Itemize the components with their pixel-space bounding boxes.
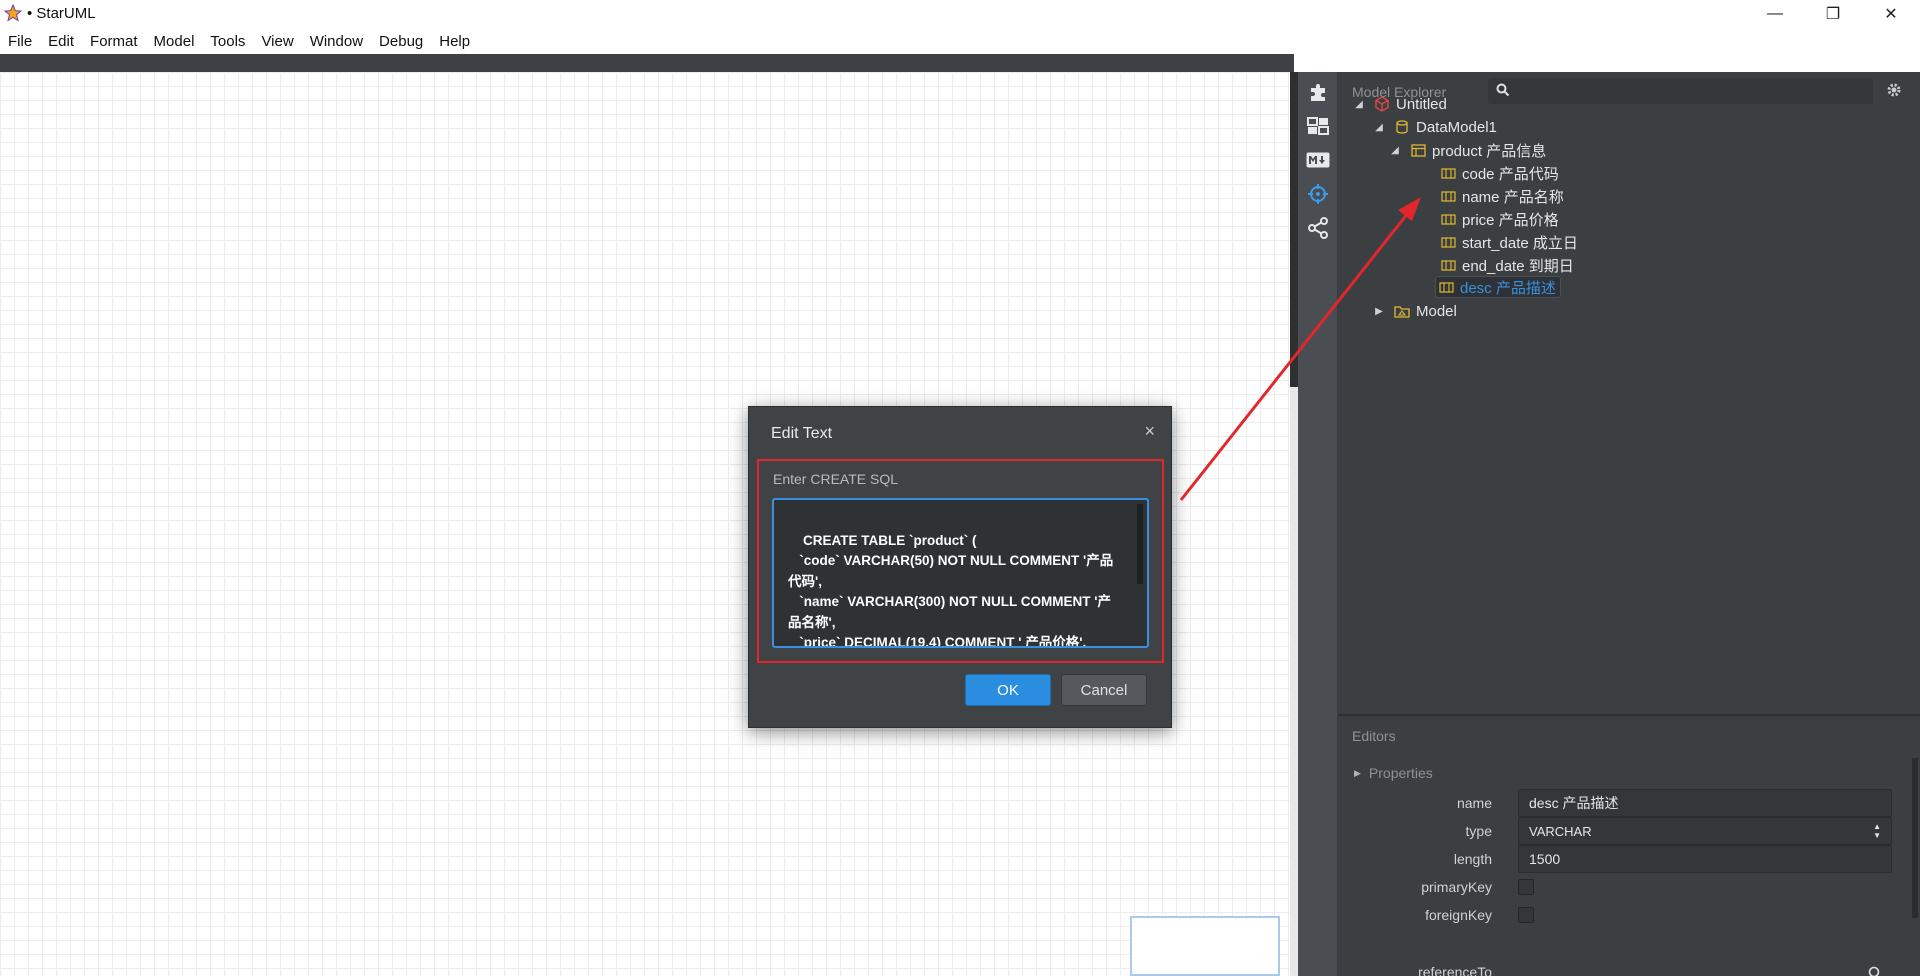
tree-item-model[interactable]: ▶ Model [1372, 300, 1457, 322]
gear-icon[interactable] [1886, 82, 1902, 101]
name-field[interactable]: desc 产品描述 [1518, 789, 1892, 817]
tree-label: end_date 到期日 [1462, 257, 1574, 275]
menu-window[interactable]: Window [304, 33, 369, 50]
tree-label: Model [1416, 302, 1457, 320]
cancel-button[interactable]: Cancel [1061, 674, 1147, 706]
properties-label: Properties [1368, 765, 1433, 781]
extensions-puzzle-icon[interactable] [1304, 78, 1332, 106]
close-window-button[interactable]: ✕ [1862, 0, 1920, 28]
tree-label: desc 产品描述 [1460, 279, 1556, 297]
dialog-title: Edit Text [771, 425, 833, 442]
type-prop-label: type [1465, 823, 1492, 839]
menu-debug[interactable]: Debug [373, 33, 429, 50]
column-icon [1438, 280, 1454, 294]
collapse-triangle-icon[interactable]: ◢ [1352, 99, 1366, 110]
tree-item-column[interactable]: code 产品代码 [1440, 162, 1559, 184]
menu-edit[interactable]: Edit [42, 33, 80, 50]
ok-button[interactable]: OK [965, 674, 1051, 706]
foreignkey-prop-label: foreignKey [1425, 907, 1492, 923]
tree-item-datamodel[interactable]: ◢ DataModel1 [1372, 116, 1497, 138]
model-folder-icon [1394, 304, 1410, 318]
tree-label: name 产品名称 [1462, 188, 1564, 206]
expand-triangle-icon: ▶ [1354, 767, 1361, 778]
menu-bar: File Edit Format Model Tools View Window… [0, 28, 1920, 54]
sql-scrollbar-thumb[interactable] [1137, 504, 1143, 584]
toolbox-layout-icon[interactable] [1304, 112, 1332, 140]
staruml-logo-icon [3, 3, 23, 23]
search-icon [1496, 83, 1510, 100]
tree-label: Untitled [1396, 95, 1447, 113]
collapse-triangle-icon[interactable]: ◢ [1372, 122, 1386, 133]
window-title: • StarUML [27, 4, 96, 22]
column-icon [1440, 258, 1456, 272]
updown-chevron-icon: ▲ ▼ [1873, 822, 1881, 840]
canvas-scrollbar-thumb[interactable] [1290, 72, 1298, 387]
sql-textarea[interactable]: CREATE TABLE `product` ( `code` VARCHAR(… [772, 498, 1149, 648]
tree-item-untitled[interactable]: ◢ Untitled [1352, 93, 1447, 115]
explorer-search-input[interactable] [1488, 78, 1873, 104]
properties-section-toggle[interactable]: ▶ Properties [1354, 765, 1433, 781]
column-icon [1440, 166, 1456, 180]
share-icon[interactable] [1304, 214, 1332, 242]
editors-panel: Editors ▶ Properties name desc 产品描述 type… [1338, 714, 1920, 976]
diagram-tab-strip [0, 54, 1294, 72]
tree-item-column[interactable]: name 产品名称 [1440, 185, 1564, 207]
database-icon [1394, 120, 1410, 134]
foreignkey-checkbox[interactable] [1518, 907, 1534, 923]
tree-label: DataModel1 [1416, 118, 1497, 136]
navigator-crosshair-icon[interactable] [1304, 180, 1332, 208]
tree-label: product 产品信息 [1432, 142, 1547, 160]
editors-scrollbar[interactable] [1912, 758, 1918, 918]
edit-text-dialog: Edit Text × Enter CREATE SQL CREATE TABL… [748, 406, 1172, 728]
tree-item-column-selected[interactable]: desc 产品描述 [1435, 276, 1561, 298]
side-icon-strip [1298, 72, 1338, 976]
project-cube-icon [1374, 96, 1390, 112]
column-icon [1440, 189, 1456, 203]
menu-help[interactable]: Help [433, 33, 476, 50]
column-icon [1440, 212, 1456, 226]
search-icon[interactable] [1868, 966, 1882, 976]
close-icon[interactable]: × [1144, 421, 1155, 442]
menu-view[interactable]: View [255, 33, 299, 50]
menu-tools[interactable]: Tools [204, 33, 251, 50]
menu-model[interactable]: Model [148, 33, 201, 50]
collapse-triangle-icon[interactable]: ◢ [1388, 145, 1402, 156]
editors-title: Editors [1352, 728, 1396, 744]
type-select[interactable]: VARCHAR ▲ ▼ [1518, 817, 1892, 845]
tree-item-column[interactable]: start_date 成立日 [1440, 231, 1578, 253]
expand-triangle-icon[interactable]: ▶ [1372, 306, 1386, 317]
referenceto-prop-label: referenceTo [1418, 964, 1492, 976]
table-icon [1410, 143, 1426, 157]
sql-input-label: Enter CREATE SQL [773, 471, 899, 487]
name-prop-label: name [1456, 795, 1492, 811]
type-select-value: VARCHAR [1529, 823, 1592, 839]
tree-label: start_date 成立日 [1462, 234, 1578, 252]
minimize-button[interactable]: — [1746, 0, 1804, 28]
model-explorer-panel: Model Explorer ◢ Untitled ◢ DataModel1 ◢… [1338, 72, 1920, 714]
tree-item-table-product[interactable]: ◢ product 产品信息 [1388, 139, 1546, 161]
length-prop-label: length [1453, 851, 1492, 867]
primarykey-checkbox[interactable] [1518, 879, 1534, 895]
tree-item-column[interactable]: price 产品价格 [1440, 208, 1559, 230]
sql-text: CREATE TABLE `product` ( `code` VARCHAR(… [788, 532, 1114, 648]
column-icon [1440, 235, 1456, 249]
length-field[interactable]: 1500 [1518, 845, 1892, 873]
markdown-icon[interactable] [1304, 146, 1332, 174]
maximize-button[interactable]: ❐ [1804, 0, 1862, 28]
minimap[interactable] [1130, 916, 1280, 976]
title-bar: • StarUML — ❐ ✕ [0, 0, 1920, 26]
tree-item-column[interactable]: end_date 到期日 [1440, 254, 1574, 276]
menu-format[interactable]: Format [84, 33, 144, 50]
tree-label: code 产品代码 [1462, 165, 1559, 183]
tree-label: price 产品价格 [1462, 211, 1559, 229]
primarykey-prop-label: primaryKey [1421, 879, 1492, 895]
menu-file[interactable]: File [2, 33, 38, 50]
